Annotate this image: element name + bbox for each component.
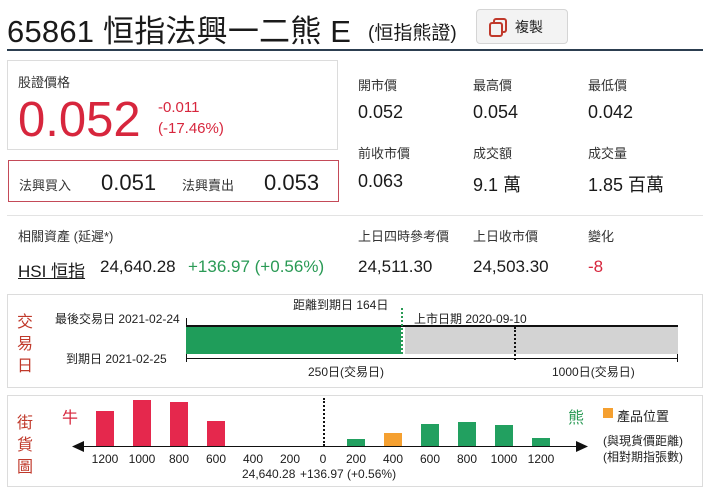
maturity-date: 到期日 2021-02-25 <box>66 352 167 366</box>
underlying-link[interactable]: HSI 恒指 <box>18 257 85 282</box>
bear-bar <box>458 422 476 446</box>
ref-price-label: 上日四時參考價 <box>358 229 450 244</box>
copy-icon <box>489 17 507 37</box>
bear-label: 熊 <box>568 410 585 427</box>
remaining-bar <box>405 327 678 354</box>
open-label: 開市價 <box>358 78 398 93</box>
turnover-label: 成交額 <box>473 146 513 161</box>
price-label: 股證價格 <box>18 75 71 90</box>
scale-250-label: 250日(交易日) <box>308 365 385 379</box>
street-axis-label: 400 <box>242 452 264 466</box>
position-bar <box>384 433 402 446</box>
last-trade-date: 最後交易日 2021-02-24 <box>55 312 180 326</box>
bull-bar <box>170 402 188 446</box>
axis-tick-end <box>677 354 678 362</box>
expiry-marker <box>401 308 403 354</box>
prev-close-label: 前收市價 <box>358 146 411 161</box>
section-divider <box>7 215 703 216</box>
bear-bar <box>495 425 513 446</box>
street-axis-label: 1000 <box>128 452 156 466</box>
bear-bar <box>347 439 365 446</box>
contracts-note: (相對期指張數) <box>603 450 683 464</box>
scale-1000-label: 1000日(交易日) <box>552 365 635 379</box>
street-axis-label: 400 <box>382 452 404 466</box>
ref-price-value: 24,511.30 <box>358 257 433 276</box>
underlying-price: 24,640.28 <box>100 257 176 276</box>
price-change-pct: (-17.46%) <box>158 120 224 137</box>
days-to-expiry: 距離到期日 164日 <box>293 298 389 312</box>
axis-left-arrow-icon <box>72 441 84 452</box>
elapsed-bar <box>186 327 401 354</box>
street-axis-label: 0 <box>319 452 327 466</box>
axis-right-arrow-icon <box>576 441 588 452</box>
bid-value: 0.051 <box>101 170 157 195</box>
header-divider <box>7 49 703 51</box>
low-value: 0.042 <box>588 102 634 122</box>
street-axis-label: 1200 <box>527 452 555 466</box>
copy-label: 複製 <box>515 18 543 35</box>
product-subtitle: (恒指熊證) <box>368 23 457 44</box>
ask-label: 法興賣出 <box>182 178 235 193</box>
bear-bar <box>532 438 550 446</box>
underlying-label: 相關資產 (延遲*) <box>18 229 114 244</box>
street-axis-label: 200 <box>345 452 367 466</box>
street-axis-label: 800 <box>456 452 478 466</box>
volume-label: 成交量 <box>588 146 628 161</box>
street-axis-label: 1200 <box>91 452 119 466</box>
axis-tick-start <box>186 354 187 362</box>
street-axis-label: 600 <box>419 452 441 466</box>
street-axis-label: 600 <box>205 452 227 466</box>
spot-change: +136.97 (+0.56%) <box>300 467 397 481</box>
low-label: 最低價 <box>588 78 628 93</box>
diff-label: 變化 <box>588 229 615 244</box>
high-value: 0.054 <box>473 102 519 122</box>
copy-button[interactable]: 複製 <box>476 9 568 44</box>
open-value: 0.052 <box>358 102 404 122</box>
turnover-value: 9.1 萬 <box>473 175 522 195</box>
scale-marker <box>514 327 516 360</box>
street-axis-label: 800 <box>168 452 190 466</box>
timeline-axis <box>186 358 678 359</box>
underlying-prev-close-label: 上日收市價 <box>473 229 539 244</box>
price-value: 0.052 <box>18 93 141 147</box>
spot-price: 24,640.28 <box>242 467 296 481</box>
street-axis-label: 1000 <box>490 452 518 466</box>
street-axis-label: 200 <box>279 452 301 466</box>
spot-marker <box>323 398 325 446</box>
price-change: -0.011 <box>158 99 200 116</box>
street-section-label: 街 貨 圖 <box>17 415 34 476</box>
bull-bar <box>133 400 151 446</box>
bear-bar <box>421 424 439 446</box>
volume-value: 1.85 百萬 <box>588 175 665 195</box>
bull-bar <box>207 421 225 446</box>
high-label: 最高價 <box>473 78 513 93</box>
bull-bar <box>96 411 114 446</box>
underlying-prev-close-value: 24,503.30 <box>473 257 549 276</box>
distance-note: (與現貨價距離) <box>603 434 683 448</box>
diff-value: -8 <box>588 257 604 276</box>
prev-close-value: 0.063 <box>358 171 404 191</box>
product-title: 65861 恒指法興一二熊 E <box>7 14 352 49</box>
bull-label: 牛 <box>62 410 79 427</box>
bid-label: 法興買入 <box>19 178 72 193</box>
street-axis <box>80 446 580 447</box>
legend-swatch <box>603 408 613 418</box>
legend-label: 產品位置 <box>617 409 670 424</box>
trading-days-section-label: 交 易 日 <box>17 314 34 375</box>
ask-value: 0.053 <box>264 170 320 195</box>
underlying-change: +136.97 (+0.56%) <box>188 257 325 276</box>
